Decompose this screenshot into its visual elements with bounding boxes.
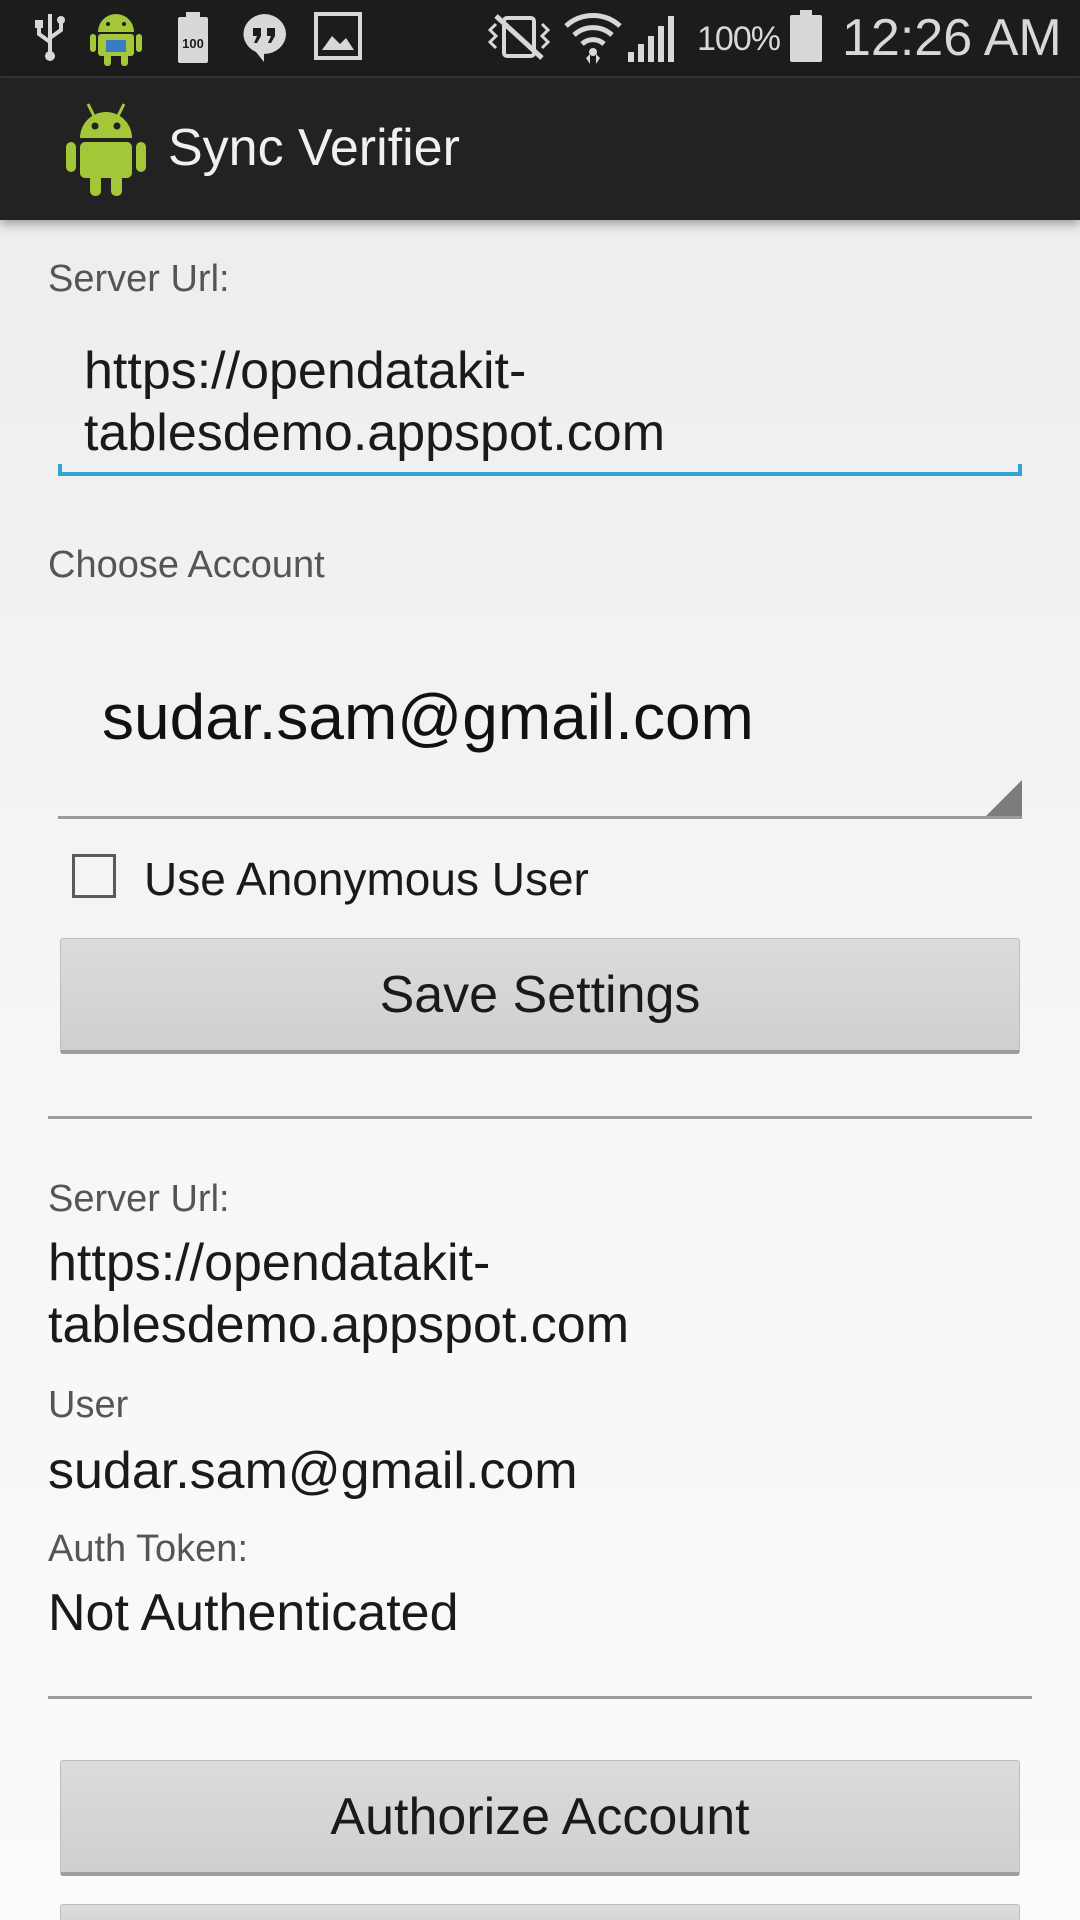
- current-server-url-value: https://opendatakit-tablesdemo.appspot.c…: [48, 1234, 630, 1354]
- android-debug-icon: [90, 14, 142, 66]
- server-url-input-text: https://opendatakit-tablesdemo.appspot.c…: [84, 342, 666, 462]
- action-bar: Sync Verifier: [0, 76, 1080, 220]
- hangouts-icon: [243, 14, 286, 62]
- save-settings-button[interactable]: Save Settings: [60, 938, 1020, 1054]
- status-time: 12:26 AM: [842, 9, 1062, 67]
- auth-token-value: Not Authenticated: [48, 1584, 459, 1642]
- user-label: User: [48, 1384, 129, 1426]
- user-value: sudar.sam@gmail.com: [48, 1442, 578, 1500]
- authorize-account-button[interactable]: Authorize Account: [60, 1760, 1020, 1876]
- signal-icon: [628, 16, 674, 62]
- selected-account: sudar.sam@gmail.com: [102, 681, 754, 753]
- gallery-icon: [314, 12, 362, 60]
- divider: [48, 1696, 1032, 1699]
- app-title: Sync Verifier: [168, 119, 460, 177]
- battery-icon: [790, 10, 822, 62]
- battery-100-notification-icon: 100: [178, 12, 208, 63]
- vibrate-mute-icon: [487, 14, 551, 60]
- android-icon: [66, 103, 146, 196]
- partial-button[interactable]: [60, 1904, 1020, 1920]
- anonymous-user-checkbox[interactable]: [72, 854, 116, 898]
- dropdown-arrow-icon: [986, 780, 1022, 816]
- usb-icon: [35, 14, 65, 61]
- wifi-icon: [564, 13, 622, 64]
- screen: 100 100% 12:26 AM Sync Verifier Server U…: [0, 0, 1080, 1920]
- anonymous-user-label[interactable]: Use Anonymous User: [144, 852, 589, 906]
- server-url-label: Server Url:: [48, 258, 230, 300]
- choose-account-label: Choose Account: [48, 544, 325, 586]
- battery-percent: 100%: [697, 20, 781, 58]
- auth-token-label: Auth Token:: [48, 1528, 249, 1570]
- divider: [48, 1116, 1032, 1119]
- status-bar: 100 100% 12:26 AM: [0, 0, 1080, 76]
- account-spinner[interactable]: sudar.sam@gmail.com: [58, 640, 1022, 819]
- svg-text:100: 100: [182, 36, 204, 51]
- server-url-input[interactable]: https://opendatakit-tablesdemo.appspot.c…: [58, 330, 1022, 476]
- current-server-url-label: Server Url:: [48, 1178, 230, 1220]
